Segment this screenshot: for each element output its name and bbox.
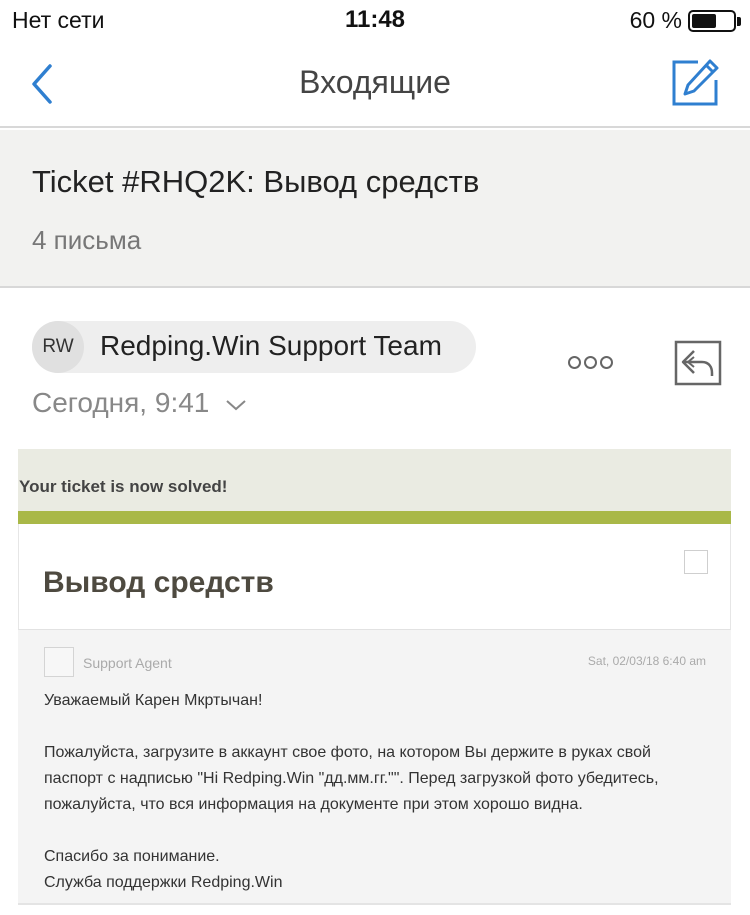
chevron-down-icon: [226, 399, 246, 410]
more-dot-icon: [600, 356, 613, 369]
battery-fill: [692, 14, 716, 28]
email-heading: Вывод средств: [43, 566, 274, 599]
image-placeholder: [684, 550, 708, 574]
battery-percent: 60 %: [629, 7, 682, 33]
ticket-status-banner: Your ticket is now solved!: [18, 449, 731, 511]
thread-message-count: 4 письма: [32, 225, 142, 255]
compose-icon: [672, 59, 719, 106]
closing-text: Спасибо за понимание.: [44, 848, 220, 865]
ticket-status-text: Your ticket is now solved!: [19, 477, 228, 496]
reply-button[interactable]: [674, 340, 722, 386]
avatar: RW: [32, 321, 84, 373]
more-dot-icon: [568, 356, 581, 369]
sender-chip[interactable]: RW Redping.Win Support Team: [32, 321, 476, 373]
body-paragraph: Пожалуйста, загрузите в аккаунт свое фот…: [44, 744, 659, 813]
sender-name: Redping.Win Support Team: [100, 330, 442, 361]
more-dot-icon: [584, 356, 597, 369]
status-bar: Нет сети 11:48 60 %: [0, 0, 750, 40]
thread-subject: Ticket #RHQ2K: Вывод средств: [32, 164, 480, 199]
reply-icon: [674, 340, 722, 386]
battery-nub: [737, 17, 741, 26]
thread-header: Ticket #RHQ2K: Вывод средств 4 письма: [0, 130, 750, 288]
compose-button[interactable]: [670, 58, 720, 108]
more-options-button[interactable]: [566, 354, 614, 372]
signature-text: Служба поддержки Redping.Win: [44, 874, 283, 891]
status-stripe: [18, 511, 731, 524]
message-body: Support Agent Sat, 02/03/18 6:40 am Уваж…: [18, 630, 731, 905]
email-heading-card: Вывод средств: [18, 524, 731, 630]
message-date: Сегодня, 9:41: [32, 387, 210, 418]
nav-bar: Входящие: [0, 40, 750, 128]
agent-avatar: [44, 647, 74, 677]
battery-icon: [688, 10, 736, 32]
greeting-text: Уважаемый Карен Мкртычан!: [44, 692, 263, 709]
message-date-toggle[interactable]: Сегодня, 9:41: [32, 387, 247, 419]
message-timestamp: Sat, 02/03/18 6:40 am: [587, 654, 706, 668]
page-title: Входящие: [299, 64, 451, 100]
agent-name: Support Agent: [83, 655, 172, 671]
message-text: Уважаемый Карен Мкртычан! Пожалуйста, за…: [44, 688, 714, 896]
